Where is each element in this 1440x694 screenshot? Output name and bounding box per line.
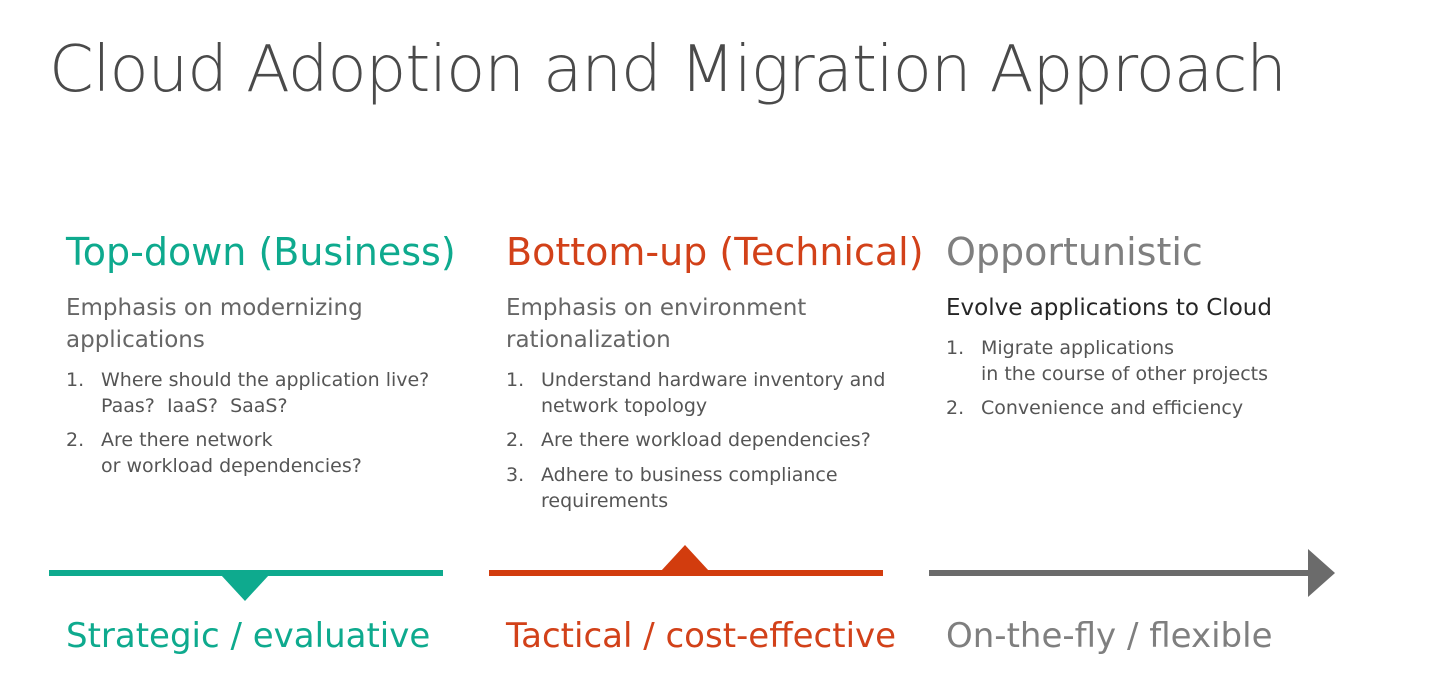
list-item-line: Migrate applications: [981, 336, 1175, 359]
list-item-text: Convenience and efficiency: [981, 396, 1243, 422]
list-item: 1. Understand hardware inventory and net…: [506, 368, 926, 419]
column-subtitle: Evolve applications to Cloud: [946, 294, 1272, 321]
list-item-line: Are there network: [101, 429, 273, 452]
column-top-down: Top-down (Business) Emphasis on moderniz…: [66, 230, 466, 489]
arrow-right-icon: [1308, 549, 1335, 597]
list-item-line: Adhere to business compliance: [541, 464, 838, 487]
column-bottom-up: Bottom-up (Technical) Emphasis on enviro…: [506, 230, 926, 523]
list-item: 3. Adhere to business compliance require…: [506, 463, 926, 514]
list-item-text: Are there workload dependencies?: [541, 428, 871, 454]
triangle-up-icon: [661, 545, 709, 571]
footer-label-on-the-fly: On-the-fly / flexible: [946, 616, 1273, 656]
list-item-text: Are there network or workload dependenci…: [101, 428, 362, 479]
column-heading: Opportunistic: [946, 230, 1203, 274]
list-item: 1. Migrate applications in the course of…: [946, 336, 1366, 387]
column-heading: Bottom-up (Technical): [506, 230, 924, 274]
column-heading: Top-down (Business): [66, 230, 456, 274]
list-item-line: Are there workload dependencies?: [541, 429, 871, 452]
footer-label-tactical: Tactical / cost-effective: [506, 616, 897, 656]
list-item: 1. Where should the application live? Pa…: [66, 368, 466, 419]
list-item-line: requirements: [541, 489, 669, 512]
list-item-text: Adhere to business compliance requiremen…: [541, 463, 838, 514]
list-item-number: 2.: [66, 429, 85, 452]
list-item-line: network topology: [541, 394, 708, 417]
list-item-number: 2.: [506, 429, 525, 452]
column-subtitle: Emphasis on environment rationalization: [506, 294, 807, 353]
list-item-line: in the course of other projects: [981, 362, 1268, 385]
page-title: Cloud Adoption and Migration Approach: [49, 33, 1287, 107]
list-item-number: 1.: [946, 336, 965, 359]
list-item-line: Paas? IaaS? SaaS?: [101, 394, 288, 417]
list-item-line: or workload dependencies?: [101, 455, 362, 478]
column-list: 1. Where should the application live? Pa…: [66, 368, 466, 480]
list-item: 2. Are there workload dependencies?: [506, 428, 926, 454]
list-item-text: Migrate applications in the course of ot…: [981, 336, 1268, 387]
triangle-down-icon: [221, 575, 269, 601]
list-item: 2. Convenience and efficiency: [946, 396, 1366, 422]
footer-label-strategic: Strategic / evaluative: [66, 616, 431, 656]
list-item-text: Understand hardware inventory and networ…: [541, 368, 885, 419]
list-item-number: 2.: [946, 397, 965, 420]
list-item-line: Understand hardware inventory and: [541, 369, 886, 392]
list-item-number: 1.: [506, 369, 525, 392]
list-item-number: 1.: [66, 369, 85, 392]
opportunistic-divider: [929, 570, 1309, 576]
list-item-line: Where should the application live?: [101, 369, 430, 392]
list-item: 2. Are there network or workload depende…: [66, 428, 466, 479]
column-list: 1. Understand hardware inventory and net…: [506, 368, 926, 514]
list-item-number: 3.: [506, 464, 525, 487]
list-item-text: Where should the application live? Paas?…: [101, 368, 429, 419]
column-subtitle: Emphasis on modernizing applications: [66, 294, 363, 353]
column-list: 1. Migrate applications in the course of…: [946, 336, 1366, 422]
column-opportunistic: Opportunistic Evolve applications to Clo…: [946, 230, 1366, 431]
list-item-line: Convenience and efficiency: [981, 397, 1244, 420]
